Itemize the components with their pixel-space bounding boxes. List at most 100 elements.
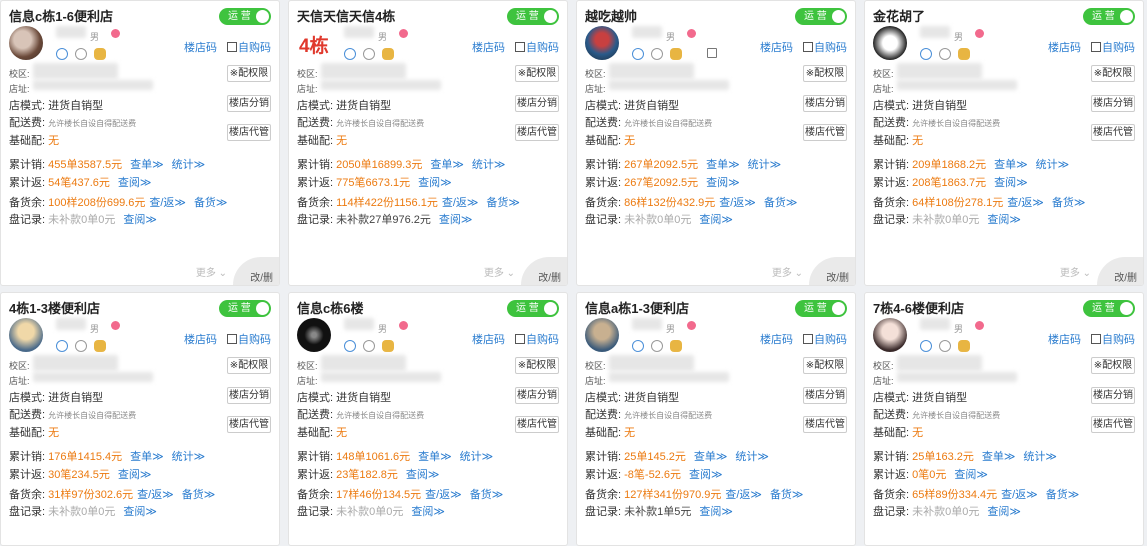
check-return-link[interactable]: 查/返≫ — [1007, 197, 1044, 209]
store-qr-link[interactable]: 楼店码 — [760, 331, 793, 347]
managed-button[interactable]: 楼店代管 — [1091, 416, 1135, 433]
operating-toggle[interactable]: 运 营 — [795, 8, 847, 25]
mascot-icon[interactable] — [958, 48, 970, 60]
search-icon[interactable] — [75, 48, 87, 60]
order-link[interactable]: 查单≫ — [130, 159, 164, 171]
distribution-button[interactable]: 楼店分销 — [1091, 387, 1135, 404]
mascot-icon[interactable] — [382, 340, 394, 352]
managed-button[interactable]: 楼店代管 — [803, 416, 847, 433]
self-purchase-qr-link[interactable]: 自购码 — [1091, 331, 1135, 347]
check-query-link[interactable]: 查阅≫ — [987, 506, 1021, 518]
search-icon[interactable] — [363, 340, 375, 352]
managed-button[interactable]: 楼店代管 — [1091, 124, 1135, 141]
more-link[interactable]: 更多 ⌄ — [1060, 264, 1091, 279]
edit-delete-button[interactable]: 改/删 — [521, 257, 567, 285]
phone-icon[interactable] — [632, 48, 644, 60]
stats-link[interactable]: 统计≫ — [735, 451, 769, 463]
store-qr-link[interactable]: 楼店码 — [1048, 39, 1081, 55]
distribution-button[interactable]: 楼店分销 — [803, 95, 847, 112]
managed-button[interactable]: 楼店代管 — [803, 124, 847, 141]
phone-icon[interactable] — [344, 340, 356, 352]
order-link[interactable]: 查单≫ — [130, 451, 164, 463]
avatar[interactable] — [585, 26, 619, 60]
query-link[interactable]: 查阅≫ — [118, 177, 152, 189]
check-query-link[interactable]: 查阅≫ — [699, 506, 733, 518]
restock-link[interactable]: 备货≫ — [194, 197, 228, 209]
more-link[interactable]: 更多 ⌄ — [484, 264, 515, 279]
operating-toggle[interactable]: 运 营 — [1083, 8, 1135, 25]
restock-link[interactable]: 备货≫ — [182, 489, 216, 501]
check-query-link[interactable]: 查阅≫ — [987, 214, 1021, 226]
permission-button[interactable]: ※配权限 — [515, 65, 559, 82]
operating-toggle[interactable]: 运 营 — [507, 8, 559, 25]
stats-link[interactable]: 统计≫ — [472, 159, 506, 171]
permission-button[interactable]: ※配权限 — [1091, 357, 1135, 374]
order-link[interactable]: 查单≫ — [694, 451, 728, 463]
self-purchase-qr-link[interactable]: 自购码 — [515, 331, 559, 347]
operating-toggle[interactable]: 运 营 — [795, 300, 847, 317]
managed-button[interactable]: 楼店代管 — [515, 124, 559, 141]
edit-delete-button[interactable]: 改/删 — [809, 257, 855, 285]
check-return-link[interactable]: 查/返≫ — [1001, 489, 1038, 501]
more-link[interactable]: 更多 ⌄ — [196, 264, 227, 279]
distribution-button[interactable]: 楼店分销 — [227, 387, 271, 404]
search-icon[interactable] — [363, 48, 375, 60]
operating-toggle[interactable]: 运 营 — [219, 8, 271, 25]
check-return-link[interactable]: 查/返≫ — [719, 197, 756, 209]
stats-link[interactable]: 统计≫ — [1036, 159, 1070, 171]
operating-toggle[interactable]: 运 营 — [1083, 300, 1135, 317]
avatar[interactable] — [9, 318, 43, 352]
stats-link[interactable]: 统计≫ — [460, 451, 494, 463]
distribution-button[interactable]: 楼店分销 — [515, 387, 559, 404]
avatar[interactable] — [873, 26, 907, 60]
mascot-icon[interactable] — [94, 340, 106, 352]
mascot-icon[interactable] — [382, 48, 394, 60]
stats-link[interactable]: 统计≫ — [748, 159, 782, 171]
order-link[interactable]: 查单≫ — [430, 159, 464, 171]
order-link[interactable]: 查单≫ — [994, 159, 1028, 171]
phone-icon[interactable] — [920, 48, 932, 60]
store-qr-link[interactable]: 楼店码 — [472, 331, 505, 347]
managed-button[interactable]: 楼店代管 — [515, 416, 559, 433]
restock-link[interactable]: 备货≫ — [470, 489, 504, 501]
edit-delete-button[interactable]: 改/删 — [233, 257, 279, 285]
self-purchase-qr-link[interactable]: 自购码 — [803, 331, 847, 347]
stats-link[interactable]: 统计≫ — [1023, 451, 1057, 463]
more-link[interactable]: 更多 ⌄ — [772, 264, 803, 279]
phone-icon[interactable] — [344, 48, 356, 60]
operating-toggle[interactable]: 运 营 — [219, 300, 271, 317]
check-query-link[interactable]: 查阅≫ — [123, 506, 157, 518]
avatar[interactable] — [585, 318, 619, 352]
query-link[interactable]: 查阅≫ — [118, 469, 152, 481]
stats-link[interactable]: 统计≫ — [172, 451, 206, 463]
store-qr-link[interactable]: 楼店码 — [184, 331, 217, 347]
permission-button[interactable]: ※配权限 — [803, 357, 847, 374]
managed-button[interactable]: 楼店代管 — [227, 416, 271, 433]
restock-link[interactable]: 备货≫ — [1046, 489, 1080, 501]
phone-icon[interactable] — [632, 340, 644, 352]
mascot-icon[interactable] — [670, 48, 682, 60]
check-return-link[interactable]: 查/返≫ — [149, 197, 186, 209]
self-purchase-qr-link[interactable]: 自购码 — [227, 39, 271, 55]
check-return-link[interactable]: 查/返≫ — [725, 489, 762, 501]
mascot-icon[interactable] — [94, 48, 106, 60]
query-link[interactable]: 查阅≫ — [418, 177, 452, 189]
phone-icon[interactable] — [56, 340, 68, 352]
check-query-link[interactable]: 查阅≫ — [699, 214, 733, 226]
order-link[interactable]: 查单≫ — [418, 451, 452, 463]
check-query-link[interactable]: 查阅≫ — [123, 214, 157, 226]
order-link[interactable]: 查单≫ — [982, 451, 1016, 463]
restock-link[interactable]: 备货≫ — [770, 489, 804, 501]
phone-icon[interactable] — [56, 48, 68, 60]
restock-link[interactable]: 备货≫ — [486, 197, 520, 209]
store-qr-link[interactable]: 楼店码 — [184, 39, 217, 55]
distribution-button[interactable]: 楼店分销 — [803, 387, 847, 404]
self-purchase-qr-link[interactable]: 自购码 — [515, 39, 559, 55]
distribution-button[interactable]: 楼店分销 — [1091, 95, 1135, 112]
query-link[interactable]: 查阅≫ — [954, 469, 988, 481]
query-link[interactable]: 查阅≫ — [706, 177, 740, 189]
permission-button[interactable]: ※配权限 — [803, 65, 847, 82]
building-icon[interactable] — [707, 48, 717, 58]
store-qr-link[interactable]: 楼店码 — [1048, 331, 1081, 347]
avatar[interactable] — [297, 318, 331, 352]
